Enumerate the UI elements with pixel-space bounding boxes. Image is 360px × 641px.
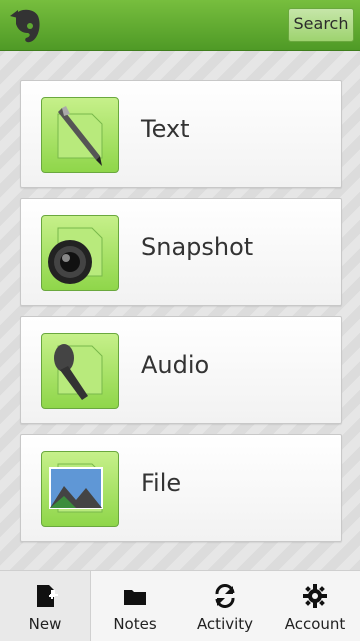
tab-notes[interactable]: Notes <box>90 571 180 641</box>
new-note-icon <box>37 585 58 607</box>
tab-account[interactable]: Account <box>270 571 360 641</box>
item-label: Snapshot <box>141 233 254 261</box>
microphone-icon <box>41 333 119 409</box>
tab-label: Notes <box>113 615 157 633</box>
new-file-note-item[interactable]: File <box>20 434 342 542</box>
pen-icon <box>41 97 119 173</box>
gear-icon <box>303 584 327 608</box>
header-bar: Search <box>0 0 360 51</box>
folder-icon <box>124 590 146 605</box>
new-audio-note-item[interactable]: Audio <box>20 316 342 424</box>
tab-label: Account <box>284 615 346 633</box>
image-file-icon <box>41 451 119 527</box>
new-text-note-item[interactable]: Text <box>20 80 342 188</box>
tab-label: New <box>28 615 62 633</box>
search-button[interactable]: Search <box>288 8 354 42</box>
sync-icon <box>215 584 235 608</box>
evernote-logo-icon <box>10 9 40 43</box>
camera-icon <box>41 215 119 291</box>
tab-label: Activity <box>196 615 254 633</box>
tab-activity[interactable]: Activity <box>180 571 270 641</box>
item-label: Text <box>141 115 190 143</box>
tab-new[interactable]: New <box>0 571 91 641</box>
bottom-tab-bar: New Notes Activity Account <box>0 570 360 641</box>
item-label: Audio <box>141 351 210 379</box>
item-label: File <box>141 469 182 497</box>
new-snapshot-note-item[interactable]: Snapshot <box>20 198 342 306</box>
